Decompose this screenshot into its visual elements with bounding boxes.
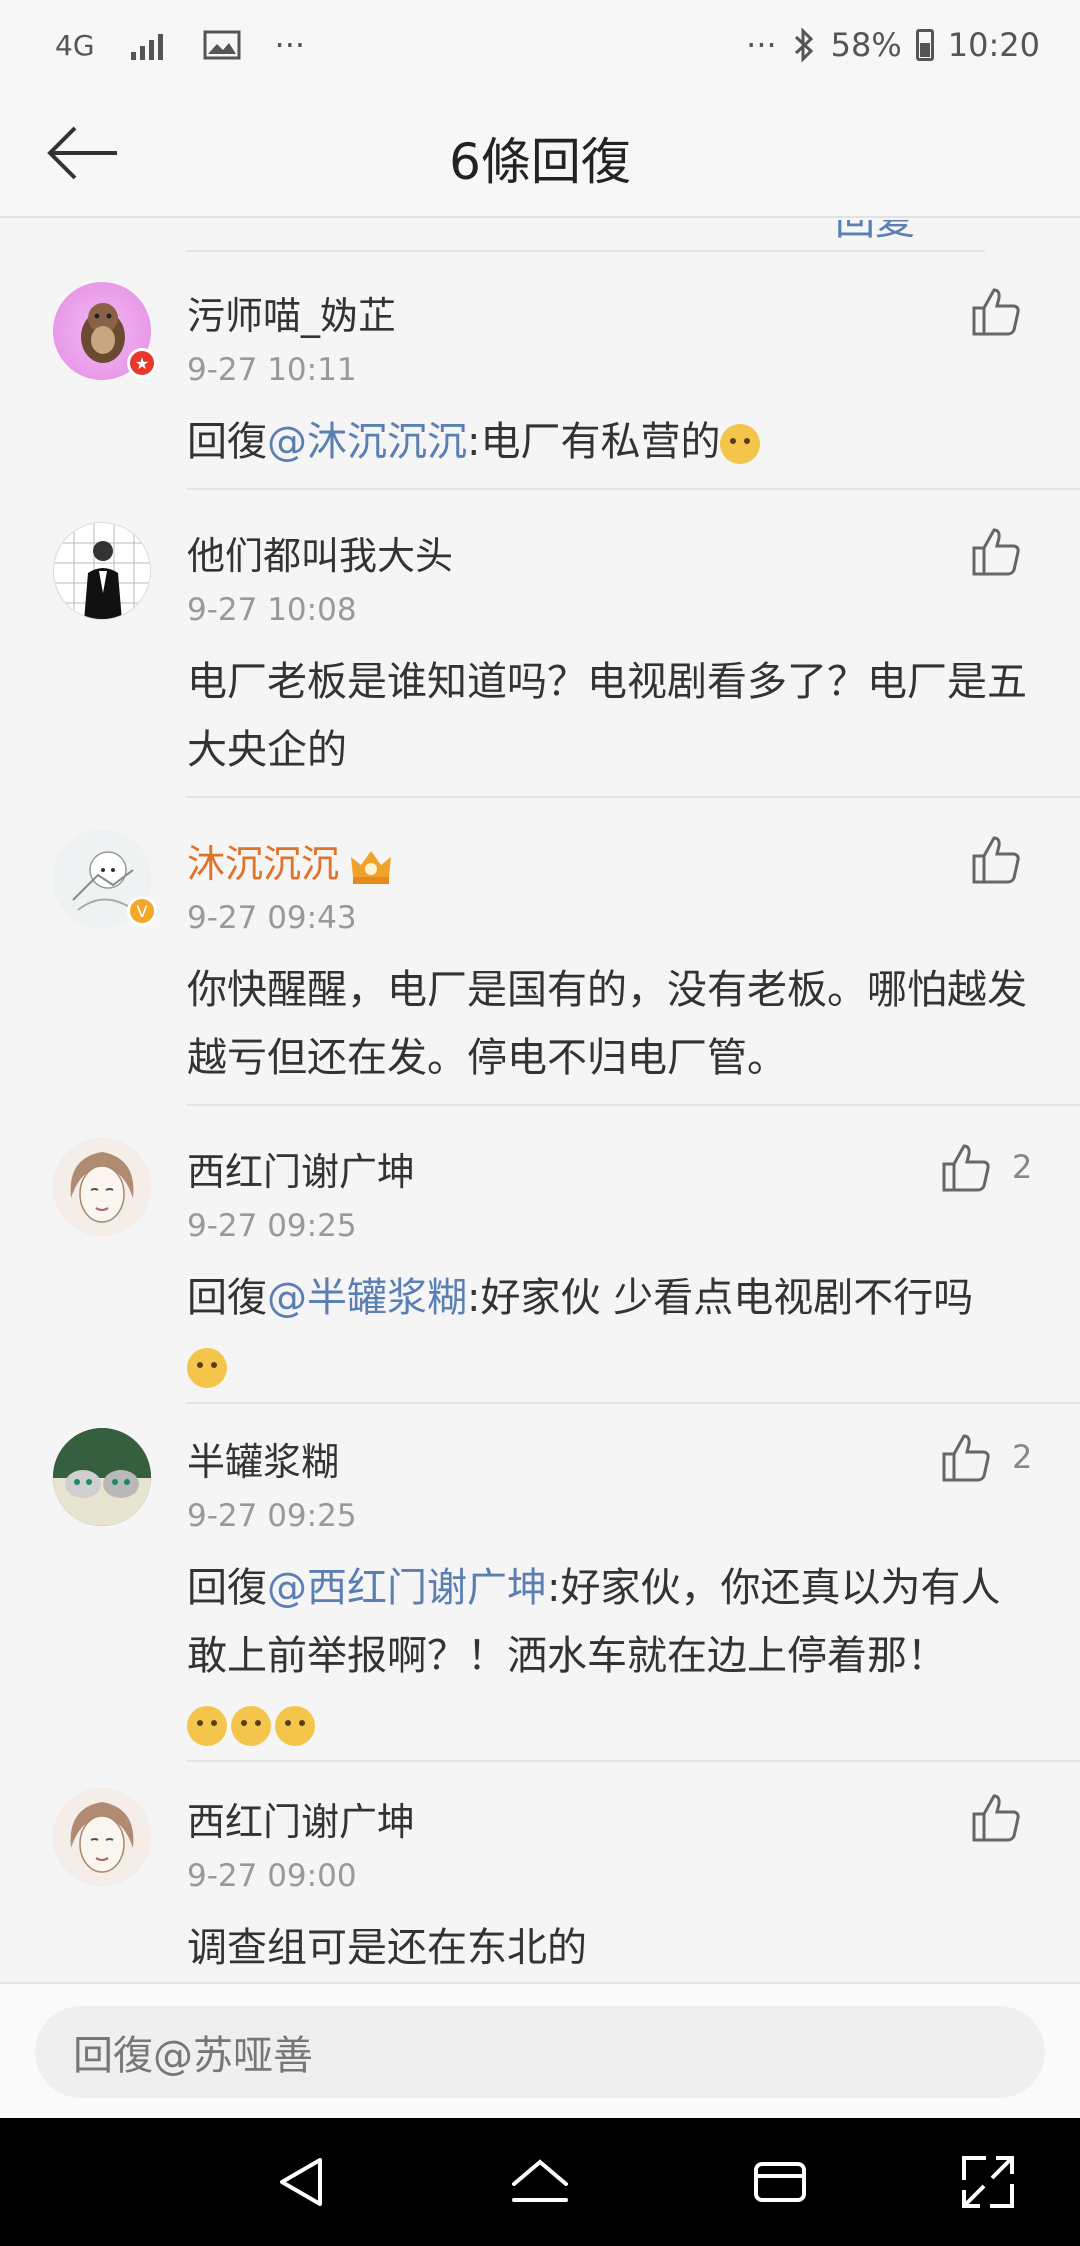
comment-author[interactable]: 西红门谢广坤 [187, 1791, 415, 1846]
comment-text: 电厂老板是谁知道吗？电视剧看多了？电厂是五大央企的 [187, 648, 1037, 784]
thumbs-up-icon[interactable] [966, 1788, 1026, 1848]
divider [187, 796, 1080, 798]
comment-content: 电厂老板是谁知道吗？电视剧看多了？电厂是五大央企的 [187, 659, 1027, 773]
comment-text: 回復@沐沉沉沉:电厂有私营的 [187, 408, 1037, 476]
badge-icon: ★ [127, 348, 157, 378]
comment-time: 9-27 09:25 [187, 1498, 357, 1534]
comment-text: 回復@半罐浆糊:好家伙 少看点电视剧不行吗 [187, 1264, 1037, 1400]
comment-time: 9-27 09:25 [187, 1208, 357, 1244]
verified-icon: V [127, 896, 157, 926]
divider [187, 1760, 1080, 1762]
mention-link[interactable]: @半罐浆糊 [267, 1275, 467, 1321]
status-bar: 4G ··· ··· 58% 10:20 [0, 0, 1080, 90]
reply-prefix: 回復 [187, 1565, 267, 1611]
like-count: 2 [1012, 1438, 1033, 1476]
comment-time: 9-27 09:00 [187, 1858, 357, 1894]
thumbs-up-icon[interactable] [966, 830, 1026, 890]
comment-time: 9-27 10:08 [187, 592, 357, 628]
laughing-emoji-icon [720, 424, 761, 464]
comment-content: :好家伙 少看点电视剧不行吗 [467, 1275, 974, 1321]
system-nav-bar [0, 2118, 1080, 2246]
doge-emoji-icon [275, 1706, 315, 1746]
battery-icon [915, 29, 934, 61]
status-dots-left: ··· [274, 26, 306, 64]
header: 6條回復 [0, 90, 1080, 218]
comment-time: 9-27 10:11 [187, 352, 357, 388]
status-dots-right: ··· [746, 26, 777, 64]
reply-input[interactable]: 回復@苏哑善 [35, 2006, 1045, 2098]
triangle-back-icon[interactable] [270, 2150, 334, 2214]
battery-percent: 58% [830, 26, 902, 64]
comment-author[interactable]: 污师喵_妫芷 [187, 285, 396, 340]
comment-text: 回復@西红门谢广坤:好家伙，你还真以为有人敢上前举报啊？！洒水车就在边上停着那！ [187, 1554, 1037, 1758]
home-icon[interactable] [508, 2150, 572, 2214]
clock: 10:20 [947, 26, 1040, 64]
bluetooth-icon [794, 27, 813, 63]
avatar[interactable] [53, 1138, 151, 1236]
network-label: 4G [55, 28, 95, 62]
comment-time: 9-27 09:43 [187, 900, 357, 936]
divider [187, 250, 985, 252]
comment-author[interactable]: 半罐浆糊 [187, 1431, 339, 1486]
comment-list[interactable]: 回复 ★ 污师喵_妫芷 9-27 10:11 回復@沐沉沉沉:电厂有私营的 他们… [0, 220, 1080, 1982]
page-title: 6條回復 [449, 133, 631, 191]
divider [187, 1402, 1080, 1404]
comment-author[interactable]: 他们都叫我大头 [187, 525, 453, 580]
mention-link[interactable]: @西红门谢广坤 [267, 1565, 547, 1611]
avatar[interactable] [53, 522, 151, 620]
doge-emoji-icon [187, 1706, 227, 1746]
like-count: 2 [1012, 1148, 1033, 1186]
image-icon [203, 30, 241, 60]
mention-link[interactable]: @沐沉沉沉 [267, 419, 467, 465]
comment-text: 你快醒醒，电厂是国有的，没有老板。哪怕越发越亏但还在发。停电不归电厂管。 [187, 956, 1037, 1092]
signal-icon [130, 34, 163, 60]
reply-prefix: 回復 [187, 1275, 267, 1321]
partial-top-text: 回复 [835, 220, 915, 244]
thumbs-up-icon[interactable] [936, 1138, 996, 1198]
recent-apps-icon[interactable] [748, 2150, 812, 2214]
doge-emoji-icon [187, 1348, 227, 1388]
doge-emoji-icon [231, 1706, 271, 1746]
expand-icon[interactable] [956, 2150, 1020, 2214]
comment-author[interactable]: 沐沉沉沉 [187, 833, 393, 888]
avatar[interactable]: ★ [53, 282, 157, 380]
comment-content: 调查组可是还在东北的 [187, 1925, 587, 1971]
thumbs-up-icon[interactable] [936, 1428, 996, 1488]
comment-text: 调查组可是还在东北的 [187, 1914, 1037, 1982]
comment-author[interactable]: 西红门谢广坤 [187, 1141, 415, 1196]
divider [187, 1104, 1080, 1106]
avatar[interactable]: V [53, 830, 157, 928]
reply-bar: 回復@苏哑善 [0, 1982, 1080, 2118]
thumbs-up-icon[interactable] [966, 282, 1026, 342]
thumbs-up-icon[interactable] [966, 522, 1026, 582]
comment-content: 你快醒醒，电厂是国有的，没有老板。哪怕越发越亏但还在发。停电不归电厂管。 [187, 967, 1027, 1081]
avatar[interactable] [53, 1428, 151, 1526]
comment-content: :电厂有私营的 [467, 419, 721, 465]
author-name[interactable]: 沐沉沉沉 [187, 842, 339, 886]
crown-icon [351, 850, 392, 884]
divider [187, 488, 1080, 490]
reply-prefix: 回復 [187, 419, 267, 465]
avatar[interactable] [53, 1788, 151, 1886]
